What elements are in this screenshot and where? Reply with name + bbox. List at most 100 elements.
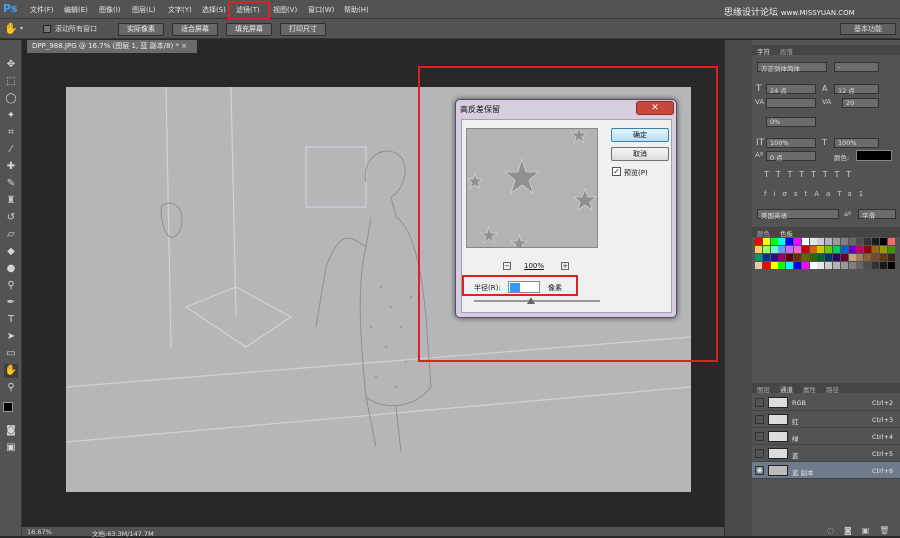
- blur-tool-icon[interactable]: ●: [4, 262, 18, 276]
- color-swatch[interactable]: [817, 246, 825, 253]
- actual-pixels-button[interactable]: 实际像素: [118, 23, 164, 36]
- fit-screen-button[interactable]: 适合屏幕: [172, 23, 218, 36]
- tab-paragraph[interactable]: 段落: [780, 46, 793, 56]
- quick-mask-icon[interactable]: ◙: [4, 424, 18, 438]
- pen-tool-icon[interactable]: ✒: [4, 296, 18, 310]
- color-swatch[interactable]: [872, 254, 879, 261]
- color-swatch[interactable]: [872, 238, 879, 245]
- color-swatch[interactable]: [848, 262, 856, 269]
- history-brush-icon[interactable]: ↺: [4, 211, 18, 225]
- visibility-toggle[interactable]: [755, 449, 764, 458]
- color-swatch[interactable]: [864, 262, 872, 269]
- color-swatch[interactable]: [887, 262, 895, 269]
- menu-window[interactable]: 窗口(W): [308, 5, 334, 15]
- color-swatch[interactable]: [778, 262, 786, 269]
- color-swatch[interactable]: [794, 254, 801, 261]
- color-swatch[interactable]: [848, 246, 856, 253]
- color-swatch[interactable]: [786, 262, 794, 269]
- document-tab[interactable]: DPP_988.JPG @ 16.7% (图层 1, 蓝 副本/8) * ×: [27, 40, 197, 53]
- color-swatch[interactable]: [848, 238, 856, 245]
- color-swatch[interactable]: [864, 254, 872, 261]
- bucket-tool-icon[interactable]: ◆: [4, 245, 18, 259]
- color-swatch[interactable]: [825, 262, 833, 269]
- crop-tool-icon[interactable]: ⌗: [4, 126, 18, 140]
- baseline-field[interactable]: 0 点: [766, 151, 816, 162]
- color-swatch[interactable]: [762, 254, 770, 261]
- text-color-swatch[interactable]: [856, 150, 892, 161]
- menu-layer[interactable]: 图层(L): [132, 5, 155, 15]
- zoom-tool-icon[interactable]: ⚲: [4, 381, 18, 395]
- channel-footer-icons[interactable]: ◌◙▣🗑: [827, 526, 899, 535]
- color-swatch[interactable]: [840, 262, 848, 269]
- tracking-field[interactable]: 20: [842, 98, 879, 108]
- color-swatch[interactable]: [856, 254, 864, 261]
- menu-select[interactable]: 选择(S): [202, 5, 226, 15]
- color-swatch[interactable]: [794, 262, 801, 269]
- color-swatch[interactable]: [817, 254, 825, 261]
- color-swatch[interactable]: [872, 262, 879, 269]
- tab-layers[interactable]: 图层: [757, 384, 770, 394]
- menu-image[interactable]: 图像(I): [99, 5, 121, 15]
- healing-brush-icon[interactable]: ✚: [4, 160, 18, 174]
- color-swatch[interactable]: [872, 246, 879, 253]
- filter-preview[interactable]: [466, 128, 598, 248]
- menu-edit[interactable]: 编辑(E): [64, 5, 88, 15]
- text-style-buttons[interactable]: TTTTTTTT: [764, 170, 858, 179]
- color-swatch[interactable]: [762, 238, 770, 245]
- leading-field[interactable]: 12 点: [834, 84, 879, 95]
- color-swatch[interactable]: [786, 238, 794, 245]
- kerning-field[interactable]: [766, 98, 816, 108]
- tab-swatches[interactable]: 色板: [780, 228, 793, 238]
- ok-button[interactable]: 确定: [611, 128, 669, 142]
- color-swatch[interactable]: [755, 238, 762, 245]
- menu-help[interactable]: 帮助(H): [344, 5, 369, 15]
- shape-tool-icon[interactable]: ▭: [4, 347, 18, 361]
- foreground-color-swatch[interactable]: [3, 402, 13, 412]
- color-swatch[interactable]: [833, 254, 840, 261]
- color-swatch[interactable]: [762, 262, 770, 269]
- tab-close-icon[interactable]: ×: [181, 42, 187, 50]
- color-swatch[interactable]: [887, 238, 895, 245]
- tool-preset-chevron-icon[interactable]: ▾: [20, 25, 23, 32]
- color-swatch[interactable]: [879, 254, 887, 261]
- color-swatch[interactable]: [864, 246, 872, 253]
- color-swatch[interactable]: [879, 246, 887, 253]
- vertical-scale-field[interactable]: 100%: [766, 138, 816, 148]
- color-swatch[interactable]: [833, 246, 840, 253]
- opentype-buttons[interactable]: fiσstAaTa1: [764, 190, 870, 198]
- horizontal-scale-field[interactable]: 100%: [834, 138, 879, 148]
- color-swatch[interactable]: [778, 254, 786, 261]
- color-swatch[interactable]: [879, 238, 887, 245]
- channel-row[interactable]: RGB Ctrl+2: [752, 394, 900, 411]
- color-swatch[interactable]: [833, 238, 840, 245]
- channel-row-active[interactable]: ◉ 蓝 副本 Ctrl+6: [752, 462, 900, 479]
- marquee-tool-icon[interactable]: ⬚: [4, 75, 18, 89]
- color-swatch[interactable]: [809, 262, 817, 269]
- color-swatch[interactable]: [840, 254, 848, 261]
- color-swatch[interactable]: [833, 262, 840, 269]
- hand-tool-icon[interactable]: ✋: [4, 22, 18, 36]
- menu-view[interactable]: 视图(V): [273, 5, 297, 15]
- color-swatch[interactable]: [778, 238, 786, 245]
- channel-row[interactable]: 绿 Ctrl+4: [752, 428, 900, 445]
- color-swatch[interactable]: [762, 246, 770, 253]
- fill-screen-button[interactable]: 填充屏幕: [226, 23, 272, 36]
- language-select[interactable]: 美国英语: [757, 209, 839, 220]
- font-family-select[interactable]: 方正剑体简体: [757, 62, 827, 73]
- scroll-all-checkbox[interactable]: [43, 25, 51, 33]
- zoom-in-icon[interactable]: +: [561, 262, 569, 270]
- color-swatch[interactable]: [809, 246, 817, 253]
- font-style-select[interactable]: -: [834, 62, 879, 72]
- cancel-button[interactable]: 取消: [611, 147, 669, 161]
- color-swatch[interactable]: [856, 262, 864, 269]
- antialias-select[interactable]: 平滑: [858, 209, 896, 220]
- color-swatch[interactable]: [825, 246, 833, 253]
- color-swatch[interactable]: [840, 246, 848, 253]
- color-swatch[interactable]: [887, 254, 895, 261]
- color-swatch[interactable]: [801, 238, 809, 245]
- close-icon[interactable]: ✕: [636, 101, 674, 115]
- color-swatch[interactable]: [801, 246, 809, 253]
- color-swatch[interactable]: [809, 238, 817, 245]
- tab-paths[interactable]: 路径: [826, 384, 839, 394]
- color-swatch[interactable]: [770, 262, 778, 269]
